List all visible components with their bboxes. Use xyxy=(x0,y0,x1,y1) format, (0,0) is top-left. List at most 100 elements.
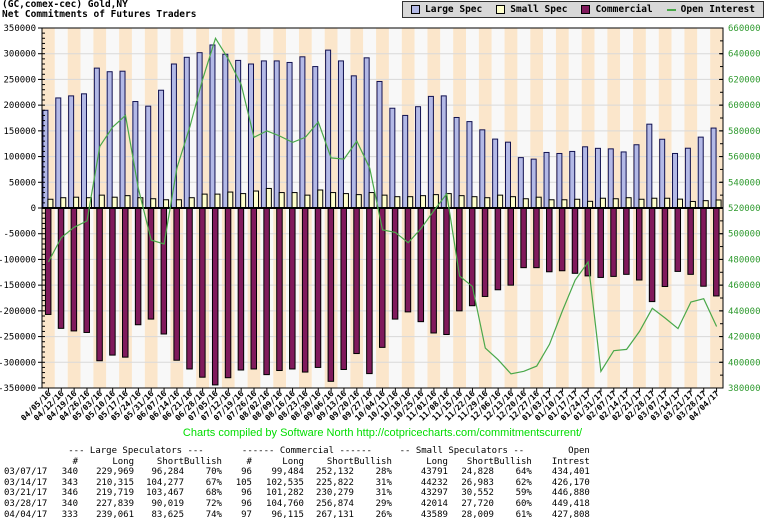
commercial-bar xyxy=(636,208,642,280)
row-value-cell: 104,760 xyxy=(252,499,304,510)
column-header: Bullish xyxy=(354,457,392,468)
row-value-cell: 210,315 xyxy=(78,478,134,489)
small-spec-bar xyxy=(318,190,323,208)
commercial-bar xyxy=(418,208,424,322)
small-spec-bar xyxy=(99,195,104,208)
row-value-cell: 26,983 xyxy=(448,478,494,489)
small-spec-bar xyxy=(408,197,413,208)
commercial-bar xyxy=(315,208,321,367)
left-axis-label: 150000 xyxy=(3,127,36,137)
row-value-cell: 26% xyxy=(354,510,392,521)
left-axis-label: -350000 xyxy=(0,384,36,394)
large-spec-bar xyxy=(441,96,446,208)
large-spec-bar xyxy=(81,94,86,208)
large-spec-bar xyxy=(261,61,266,208)
small-spec-bar xyxy=(600,198,605,208)
table-sub-header-row: #LongShortBullish#LongShortBullishLongSh… xyxy=(4,457,590,468)
cot-chart-page: (GC,comex-cec) Gold,NY Net Commitments o… xyxy=(0,0,765,527)
large-spec-bar xyxy=(43,110,48,208)
large-spec-bar xyxy=(493,139,498,208)
large-spec-bar xyxy=(698,137,703,208)
large-spec-bar xyxy=(390,108,395,208)
group-header-open: Open xyxy=(532,446,590,457)
commercial-bar xyxy=(187,208,193,369)
commercial-bar xyxy=(598,208,604,277)
row-date-cell: 03/21/17 xyxy=(4,488,50,499)
commercial-bar xyxy=(302,208,308,372)
column-header: Bullish xyxy=(494,457,532,468)
commercial-bar xyxy=(341,208,347,369)
row-value-cell: 267,131 xyxy=(304,510,354,521)
large-spec-bar xyxy=(531,159,536,208)
large-spec-bar xyxy=(711,128,716,208)
small-spec-bar xyxy=(74,197,79,208)
small-spec-bar xyxy=(703,201,708,208)
left-axis-label: -150000 xyxy=(0,281,36,291)
table-row: 03/07/17340229,96996,28470%9699,484252,1… xyxy=(4,467,590,478)
row-value-cell: 340 xyxy=(50,467,78,478)
table-row: 03/14/17343210,315104,27767%105102,53522… xyxy=(4,478,590,489)
row-value-cell: 72% xyxy=(184,499,222,510)
left-axis-label: -200000 xyxy=(0,307,36,317)
large-spec-bar xyxy=(518,158,523,208)
large-spec-bar xyxy=(159,90,164,208)
commercial-bar xyxy=(431,208,437,333)
row-value-cell: 43791 xyxy=(392,467,448,478)
commercial-bar xyxy=(174,208,180,360)
left-axis-label: -100000 xyxy=(0,255,36,265)
left-axis-label: -250000 xyxy=(0,333,36,343)
row-value-cell: 333 xyxy=(50,510,78,521)
column-header: # xyxy=(50,457,78,468)
row-value-cell: 96,284 xyxy=(134,467,184,478)
commercial-bar xyxy=(58,208,64,328)
row-value-cell: 434,401 xyxy=(532,467,590,478)
commercial-bar xyxy=(559,208,565,271)
column-header: # xyxy=(222,457,252,468)
commercial-bar xyxy=(624,208,630,274)
small-spec-bar xyxy=(331,193,336,208)
large-spec-bar xyxy=(647,124,652,208)
row-value-cell: 59% xyxy=(494,488,532,499)
left-axis-label: 250000 xyxy=(3,75,36,85)
large-spec-bar xyxy=(570,151,575,208)
footer-credit: Charts compiled by Software North http:/… xyxy=(0,427,765,439)
row-date-cell: 03/14/17 xyxy=(4,478,50,489)
small-spec-bar xyxy=(215,194,220,208)
small-spec-bar xyxy=(536,197,541,208)
row-value-cell: 101,282 xyxy=(252,488,304,499)
row-value-cell: 96,115 xyxy=(252,510,304,521)
small-spec-bar xyxy=(202,194,207,208)
commercial-bar xyxy=(123,208,128,357)
commercial-bar xyxy=(688,208,694,274)
left-axis-label: 50000 xyxy=(9,178,36,188)
table-group-header-row: --- Large Speculators --------- Commerci… xyxy=(4,446,590,457)
row-value-cell: 83,625 xyxy=(134,510,184,521)
row-value-cell: 27,720 xyxy=(448,499,494,510)
large-spec-bar xyxy=(56,98,61,208)
small-spec-bar xyxy=(356,195,361,208)
row-value-cell: 29% xyxy=(354,499,392,510)
large-spec-bar xyxy=(621,152,626,208)
commercial-bar xyxy=(392,208,398,319)
column-header: Long xyxy=(392,457,448,468)
commercial-bar xyxy=(675,208,681,271)
commercial-bar xyxy=(662,208,668,287)
table-row: 03/28/17340227,83990,01972%96104,760256,… xyxy=(4,499,590,510)
row-value-cell: 90,019 xyxy=(134,499,184,510)
commercial-bar xyxy=(521,208,527,268)
commercial-bar xyxy=(290,208,296,369)
row-value-cell: 449,418 xyxy=(532,499,590,510)
right-axis-label: 580000 xyxy=(728,127,761,137)
row-value-cell: 67% xyxy=(184,478,222,489)
commercial-bar xyxy=(161,208,167,334)
small-spec-bar xyxy=(472,197,477,208)
group-header-commercial: ------ Commercial ------ xyxy=(222,446,392,457)
row-value-cell: 60% xyxy=(494,499,532,510)
column-header: Short xyxy=(448,457,494,468)
commercial-bar xyxy=(508,208,514,285)
row-value-cell: 43589 xyxy=(392,510,448,521)
commercial-bar xyxy=(367,208,373,374)
table-corner-cell xyxy=(4,446,50,457)
row-value-cell: 68% xyxy=(184,488,222,499)
right-axis-label: 400000 xyxy=(728,358,761,368)
